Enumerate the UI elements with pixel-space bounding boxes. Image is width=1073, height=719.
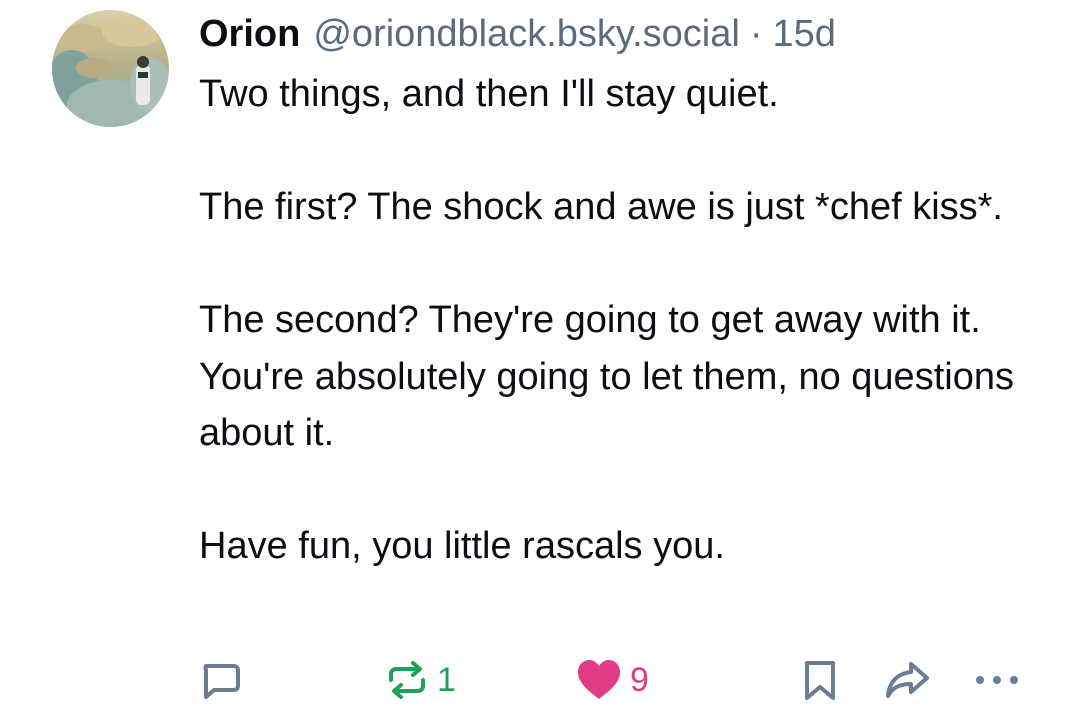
repost-count: 1 (437, 661, 456, 699)
more-button[interactable] (972, 655, 1022, 705)
repost-button[interactable]: 1 (385, 655, 456, 705)
reply-button[interactable] (198, 655, 242, 705)
author-handle[interactable]: @oriondblack.bsky.social (313, 10, 740, 58)
post-paragraph: The first? The shock and awe is just *ch… (199, 186, 1003, 228)
post-paragraph: Have fun, you little rascals you. (199, 525, 725, 567)
heart-icon (578, 660, 620, 699)
share-icon (886, 662, 929, 698)
post-body: Two things, and then I'll stay quiet. Th… (199, 66, 1049, 575)
post-paragraph: The second? They're going to get away wi… (199, 299, 1014, 454)
post-header: Orion @oriondblack.bsky.social · 15d (199, 10, 836, 58)
post-actions: 1 9 (0, 655, 1073, 705)
avatar[interactable] (52, 10, 169, 127)
author-name[interactable]: Orion (199, 10, 300, 58)
more-icon (976, 676, 1018, 684)
like-count: 9 (630, 661, 649, 699)
bookmark-button[interactable] (800, 655, 840, 705)
header-separator: · (749, 13, 763, 55)
repost-icon (389, 661, 425, 699)
like-button[interactable]: 9 (576, 655, 649, 705)
bookmark-icon (805, 661, 835, 700)
post-timestamp[interactable]: 15d (772, 10, 835, 58)
reply-icon (203, 664, 240, 699)
avatar-image (52, 10, 169, 127)
share-button[interactable] (884, 655, 932, 705)
post-paragraph: Two things, and then I'll stay quiet. (199, 73, 779, 115)
